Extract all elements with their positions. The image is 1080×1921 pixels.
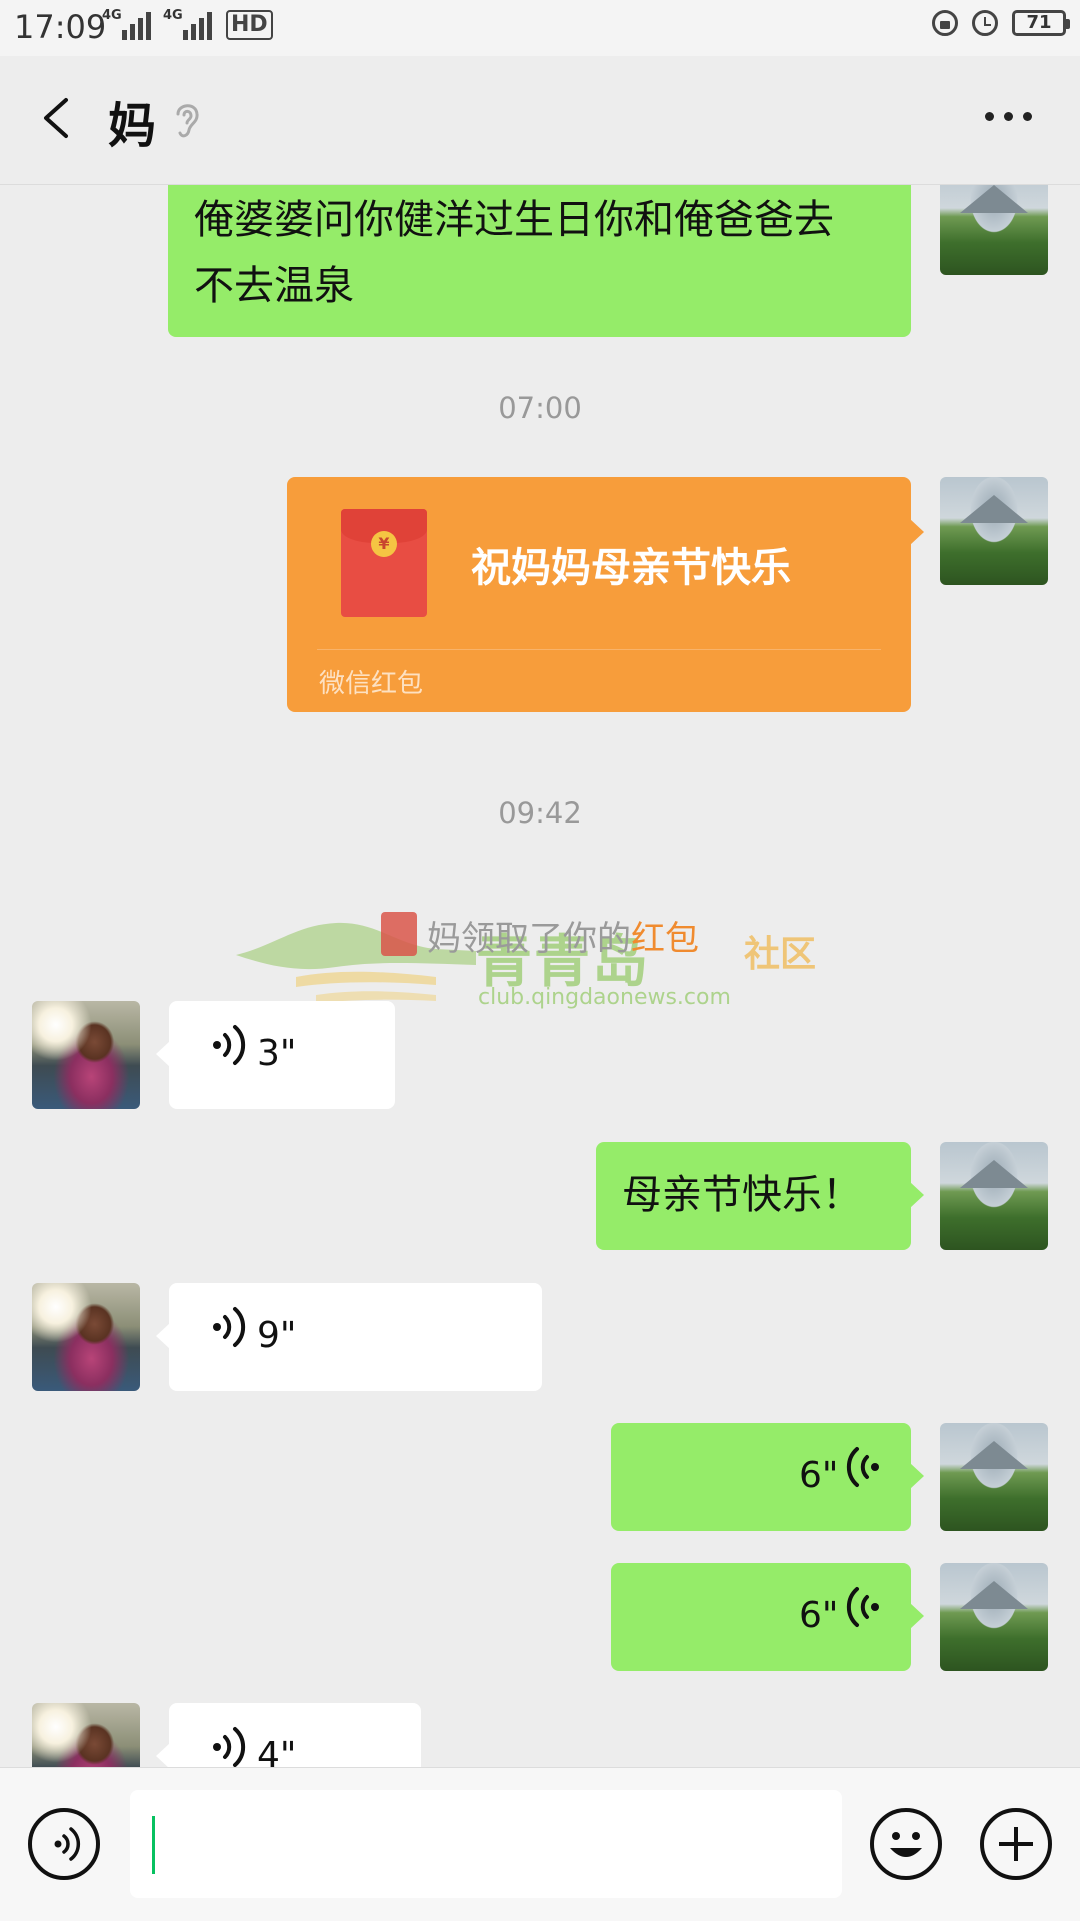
divider	[317, 649, 881, 650]
signal-indicators: 4G 4G HD	[100, 8, 273, 40]
voice-duration: 6"	[799, 1595, 839, 1636]
avatar-self[interactable]	[940, 1563, 1048, 1671]
avatar-self[interactable]	[940, 185, 1048, 275]
plus-icon[interactable]	[980, 1808, 1052, 1880]
message-input[interactable]	[130, 1790, 842, 1898]
battery-level: 71	[1026, 12, 1052, 33]
voice-message-contact[interactable]: 9"	[156, 1283, 542, 1391]
voice-message-contact[interactable]: 3"	[156, 1001, 395, 1109]
message-list[interactable]: 俺婆婆问你健洋过生日你和俺爸爸去 不去温泉 07:00 ¥ 祝妈妈母亲节快乐 微…	[0, 185, 1080, 1767]
network-type-2: 4G	[163, 8, 183, 23]
signal-1-icon: 4G	[100, 8, 151, 40]
battery-icon: 71	[1012, 10, 1070, 36]
message-text: 母亲节快乐！	[622, 1172, 862, 1218]
timestamp: 07:00	[498, 391, 582, 425]
voice-message-self[interactable]: 6"	[611, 1563, 924, 1671]
message-bubble-self[interactable]: 母亲节快乐！	[596, 1142, 924, 1250]
message-text: 不去温泉	[194, 263, 354, 309]
message-text: 俺婆婆问你健洋过生日你和俺爸爸去	[194, 197, 834, 243]
voice-duration: 9"	[257, 1315, 297, 1356]
hd-voice-icon: HD	[226, 10, 273, 40]
text-cursor	[152, 1816, 155, 1874]
voice-duration: 3"	[257, 1033, 297, 1074]
voice-toggle-icon[interactable]	[28, 1808, 100, 1880]
red-packet-small-icon	[381, 912, 417, 956]
status-right: 71	[932, 10, 1070, 36]
lock-rotation-icon	[932, 10, 958, 36]
voice-duration: 6"	[799, 1455, 839, 1496]
avatar-self[interactable]	[940, 1423, 1048, 1531]
chat-title: 妈	[108, 98, 157, 154]
voice-wave-icon	[846, 1587, 879, 1627]
network-type-1: 4G	[102, 8, 122, 23]
voice-message-contact[interactable]: 4"	[156, 1703, 421, 1767]
timestamp: 09:42	[498, 796, 582, 830]
status-time: 17:09	[14, 8, 107, 46]
chat-header: 妈	[0, 56, 1080, 185]
avatar-self[interactable]	[940, 1142, 1048, 1250]
red-packet-icon: ¥	[341, 509, 427, 617]
coin-icon: ¥	[371, 531, 397, 557]
avatar-contact[interactable]	[32, 1703, 140, 1767]
ear-icon	[176, 104, 199, 138]
chevron-left-icon[interactable]	[36, 96, 80, 140]
red-packet-card[interactable]: ¥ 祝妈妈母亲节快乐 微信红包	[287, 477, 924, 712]
signal-2-icon: 4G	[161, 8, 212, 40]
voice-wave-icon	[846, 1447, 879, 1487]
more-dots-icon[interactable]	[985, 112, 1032, 121]
emoji-icon[interactable]	[870, 1808, 942, 1880]
voice-wave-icon	[213, 1307, 246, 1347]
avatar-contact[interactable]	[32, 1001, 140, 1109]
alarm-icon	[972, 10, 998, 36]
avatar-contact[interactable]	[32, 1283, 140, 1391]
voice-wave-icon	[213, 1025, 246, 1065]
system-notice-link[interactable]: 红包	[631, 919, 699, 959]
watermark-url: club.qingdaonews.com	[478, 985, 731, 1010]
voice-wave-icon	[213, 1727, 246, 1767]
red-packet-label: 微信红包	[319, 669, 424, 699]
status-bar: 17:09 4G 4G HD 71	[0, 0, 1080, 56]
red-packet-title: 祝妈妈母亲节快乐	[471, 545, 791, 591]
voice-message-self[interactable]: 6"	[611, 1423, 924, 1531]
system-notice-text: 妈领取了你的	[427, 919, 631, 959]
voice-duration: 4"	[257, 1735, 297, 1767]
message-bubble-self[interactable]: 俺婆婆问你健洋过生日你和俺爸爸去 不去温泉	[168, 185, 911, 337]
avatar-self[interactable]	[940, 477, 1048, 585]
input-bar	[0, 1767, 1080, 1921]
system-notice: 妈领取了你的红包	[0, 911, 1080, 960]
